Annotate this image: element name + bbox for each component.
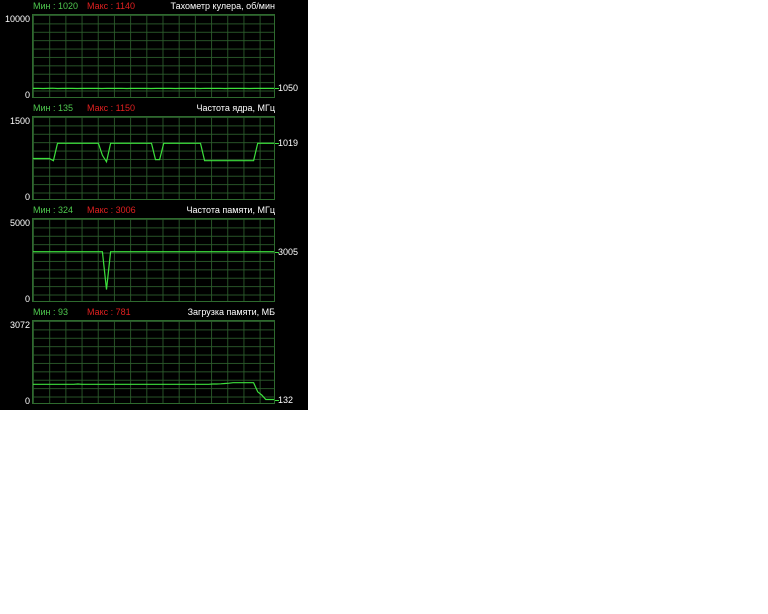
axis-min-label: 0 (24, 90, 30, 100)
panel-memory-usage: Мин : 93 Макс : 781 Загрузка памяти, МБ … (0, 306, 308, 408)
graph-line (33, 251, 274, 290)
panel-max-label: Макс : 1150 (87, 103, 135, 113)
panel-title: Частота ядра, МГц (196, 103, 275, 113)
panel-title: Тахометр кулера, об/мин (170, 1, 275, 11)
panel-min-label: Мин : 324 (33, 205, 74, 215)
current-value-label: 1050 (278, 83, 299, 94)
panel-core-clock: Мин : 135 Макс : 1150 Частота ядра, МГц … (0, 102, 308, 204)
panel-fan-speed: Мин : 1020 Макс : 1140 Тахометр кулера, … (0, 0, 308, 102)
panel-title: Загрузка памяти, МБ (187, 307, 275, 317)
panel-min-label: Мин : 93 (33, 307, 69, 317)
axis-min-label: 0 (24, 294, 30, 304)
graph-line (33, 142, 274, 164)
panel-max-label: Макс : 1140 (87, 1, 135, 11)
graph-area (32, 218, 275, 302)
axis-min-label: 0 (24, 396, 30, 406)
panel-max-label: Макс : 781 (87, 307, 131, 317)
axis-max-label: 5000 (9, 218, 30, 228)
axis-max-label: 3072 (9, 320, 30, 330)
panel-min-label: Мин : 135 (33, 103, 74, 113)
panel-max-label: Макс : 3006 (87, 205, 136, 215)
panel-min-label: Мин : 1020 (33, 1, 79, 11)
graph-area (32, 320, 275, 404)
current-value-label: 132 (278, 394, 294, 405)
axis-max-label: 10000 (4, 14, 30, 24)
axis-min-label: 0 (24, 192, 30, 202)
gpu-monitor-window: Мин : 1020 Макс : 1140 Тахометр кулера, … (0, 0, 308, 410)
graph-line (33, 382, 274, 401)
graph-svg (33, 251, 274, 290)
graph-svg (33, 142, 274, 164)
current-value-label: 3005 (278, 246, 299, 257)
graph-svg (33, 382, 274, 401)
panel-memory-clock: Мин : 324 Макс : 3006 Частота памяти, МГ… (0, 204, 308, 306)
current-value-label: 1019 (278, 138, 299, 149)
panel-title: Частота памяти, МГц (186, 205, 275, 215)
graph-area (32, 14, 275, 98)
graph-svg (32, 87, 274, 90)
axis-max-label: 1500 (9, 116, 30, 126)
graph-area (32, 116, 275, 200)
